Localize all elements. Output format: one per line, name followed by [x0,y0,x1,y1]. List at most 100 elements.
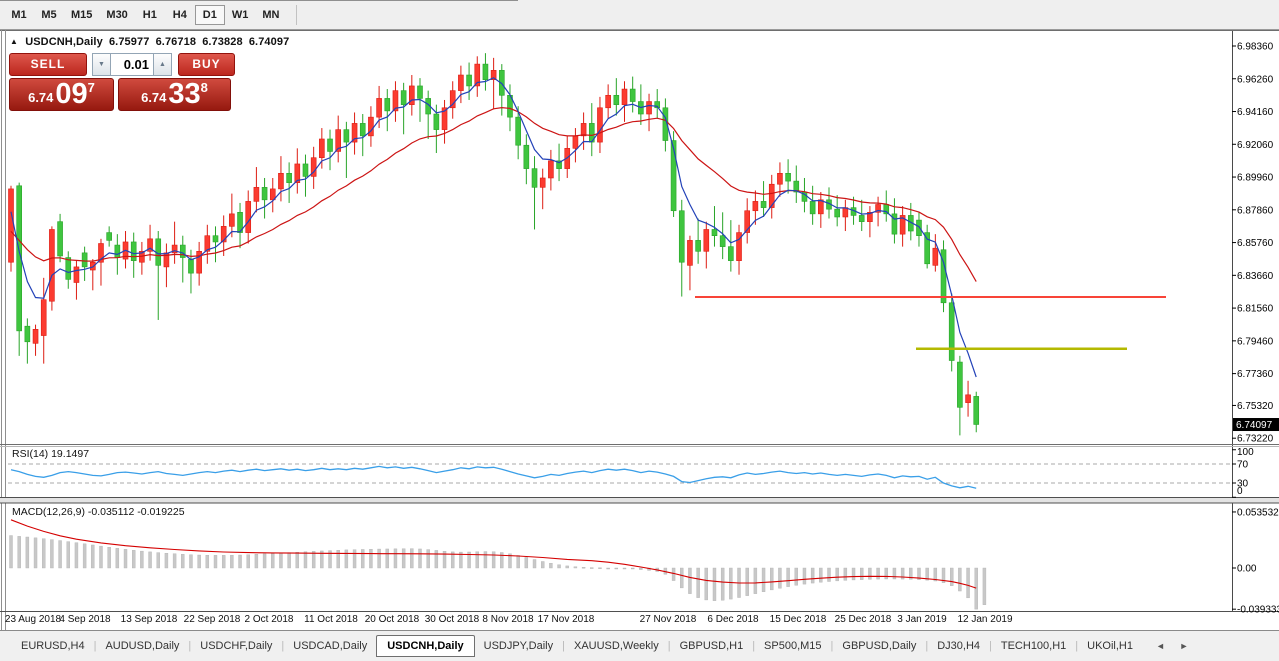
symbol-tab-usdcnh[interactable]: USDCNH,Daily [376,635,474,657]
date-label: 4 Sep 2018 [59,614,111,625]
macd-bar [116,548,119,568]
candle-body [25,326,30,342]
macd-bar [541,562,544,568]
symbol-tab-usdjpy[interactable]: USDJPY,Daily [475,635,563,657]
macd-bar [844,568,847,580]
timeframe-button-m15[interactable]: M15 [64,5,99,25]
candle-body [467,75,472,86]
buy-price-button[interactable]: 6.74 33 8 [118,78,231,111]
chart-open-value: 6.75977 [109,36,149,48]
volume-input[interactable]: 0.01 [110,53,154,76]
candle-body [647,102,652,114]
date-label: 17 Nov 2018 [538,614,595,625]
symbol-tab-gbpusd[interactable]: GBPUSD,Daily [833,635,925,657]
timeframe-button-h4[interactable]: H4 [165,5,195,25]
symbol-tab-audusd[interactable]: AUDUSD,Daily [96,635,188,657]
current-price-tag: 6.74097 [1233,418,1279,431]
candle-body [916,220,921,236]
symbol-tab-gbpusd[interactable]: GBPUSD,H1 [671,635,753,657]
candle-body [704,229,709,251]
macd-bar [353,550,356,568]
candle-body [9,189,14,262]
chart-close-value: 6.74097 [249,36,289,48]
macd-bar [607,568,610,569]
axis-label: 6.79460 [1237,336,1274,347]
axis-label: 6.81560 [1237,304,1274,315]
macd-bar [598,568,601,569]
symbol-tab-tech100[interactable]: TECH100,H1 [992,635,1075,657]
macd-bar [296,552,299,568]
candle-body [687,240,692,265]
macd-bar [345,550,348,568]
candle-body [720,236,725,247]
macd-bar [566,566,569,568]
macd-bar [255,554,258,568]
timeframe-button-w1[interactable]: W1 [225,5,256,25]
macd-bar [173,554,176,568]
macd-bar [378,549,381,568]
timeframe-button-m5[interactable]: M5 [34,5,64,25]
macd-bar [672,568,675,581]
macd-bar [165,553,168,568]
symbol-tab-xauusd[interactable]: XAUUSD,Weekly [565,635,668,657]
macd-bar [877,568,880,579]
candle-body [524,145,529,168]
candle-body [66,258,71,280]
macd-bar [721,568,724,600]
date-label: 3 Jan 2019 [897,614,947,625]
volume-increase-button[interactable]: ▲ [154,53,172,76]
symbol-tab-usdchf[interactable]: USDCHF,Daily [191,635,281,657]
macd-label: MACD(12,26,9) -0.035112 -0.019225 [12,506,185,518]
symbol-tab-usdcad[interactable]: USDCAD,Daily [284,635,376,657]
candle-body [581,123,586,135]
date-label: 27 Nov 2018 [640,614,697,625]
symbol-tab-ukoil[interactable]: UKOil,H1 [1078,635,1142,657]
macd-bar [533,560,536,568]
candle-body [532,169,537,188]
panel-splitter[interactable] [0,498,1279,504]
candle-body [974,396,979,424]
timeframe-button-d1[interactable]: D1 [195,5,225,25]
date-label: 15 Dec 2018 [770,614,827,625]
macd-bar [34,538,37,568]
macd-bar [42,539,45,568]
macd-bar [639,568,642,570]
candle-body [540,178,545,187]
axis-label: 6.75320 [1237,401,1274,412]
timeframe-button-m30[interactable]: M30 [99,5,134,25]
toolbar-divider [0,0,518,1]
macd-bar [198,555,201,568]
date-label: 11 Oct 2018 [304,614,358,625]
macd-bar [214,555,217,568]
candle-body [131,242,136,261]
macd-bar [157,553,160,568]
macd-bar [885,568,888,579]
macd-bar [230,555,233,568]
symbol-tab-dj30[interactable]: DJ30,H4 [928,635,989,657]
symbol-tab-sp500[interactable]: SP500,M15 [755,635,830,657]
time-axis[interactable]: 23 Aug 20184 Sep 201813 Sep 201822 Sep 2… [5,614,1013,625]
buy-button[interactable]: BUY [178,53,235,76]
timeframe-button-h1[interactable]: H1 [135,5,165,25]
macd-bar [852,568,855,580]
macd-bar [222,555,225,568]
volume-decrease-button[interactable]: ▼ [92,53,110,76]
macd-bar [819,568,822,582]
macd-bar [369,549,372,568]
candle-body [229,214,234,226]
tab-scroll-left-icon[interactable]: ◄ [1156,641,1171,651]
sell-button[interactable]: SELL [9,53,87,76]
sell-price-button[interactable]: 6.74 09 7 [9,78,114,111]
symbol-tab-eurusd[interactable]: EURUSD,H4 [12,635,94,657]
timeframe-button-mn[interactable]: MN [255,5,286,25]
timeframe-button-m1[interactable]: M1 [4,5,34,25]
candle-body [630,89,635,101]
candle-body [401,91,406,105]
macd-bar [263,554,266,568]
tab-scroll-right-icon[interactable]: ► [1179,641,1194,651]
price-chart-canvas[interactable]: 6.983606.962606.941606.920606.899606.878… [0,30,1279,630]
candle-body [180,245,185,257]
collapse-arrow-icon[interactable]: ▲ [10,37,18,46]
chart-title: ▲ USDCNH,Daily 6.75977 6.76718 6.73828 6… [10,36,292,48]
buy-price-pips: 33 [168,80,200,108]
